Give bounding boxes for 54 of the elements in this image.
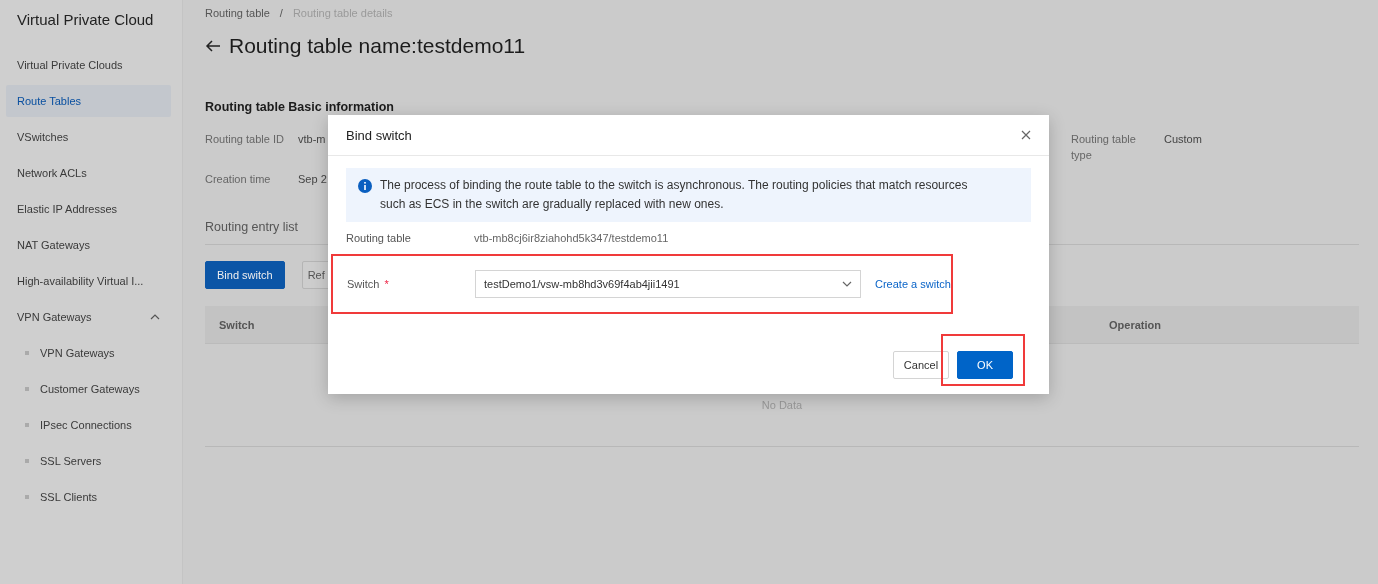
sidebar-item[interactable]: Elastic IP Addresses — [6, 193, 171, 225]
bullet-icon — [25, 387, 29, 391]
bind-switch-button[interactable]: Bind switch — [205, 261, 285, 289]
field-label: Creation time — [205, 172, 272, 187]
bullet-icon — [25, 351, 29, 355]
sidebar-subitem[interactable]: Customer Gateways — [6, 373, 171, 405]
field-value: Custom — [1164, 132, 1203, 147]
section-title: Routing table Basic information — [205, 99, 395, 115]
column-header: Switch — [219, 318, 255, 331]
refresh-button[interactable]: Ref — [301, 261, 331, 289]
sidebar-subitem-label: Customer Gateways — [40, 383, 140, 395]
field-label: Routing table type — [1071, 132, 1137, 163]
back-arrow-icon[interactable] — [205, 40, 221, 52]
sidebar-title: Virtual Private Cloud — [16, 11, 155, 30]
sidebar-subitem[interactable]: SSL Servers — [6, 445, 171, 477]
sidebar-subitem-label: SSL Clients — [40, 491, 98, 503]
required-mark: * — [384, 278, 389, 290]
close-icon[interactable] — [1021, 130, 1031, 140]
field-value: vtb-m — [298, 132, 327, 147]
breadcrumb-separator: / — [279, 7, 283, 19]
cancel-button[interactable]: Cancel — [892, 351, 950, 379]
field-label: Routing table — [346, 232, 412, 244]
switch-select[interactable]: testDemo1/vsw-mb8hd3v69f4ab4jii1491 — [475, 270, 861, 298]
sidebar-subitem-label: VPN Gateways — [40, 347, 115, 359]
dialog-title: Bind switch — [346, 127, 412, 143]
sidebar-item[interactable]: High-availability Virtual I... — [6, 265, 171, 297]
field-value: vtb-mb8cj6ir8ziahohd5k347/testdemo11 — [474, 232, 669, 244]
sidebar-item[interactable]: Virtual Private Clouds — [6, 49, 171, 81]
ok-button[interactable]: OK — [957, 351, 1013, 379]
sidebar-item[interactable]: NAT Gateways — [6, 229, 171, 261]
sidebar-subitem[interactable]: SSL Clients — [6, 481, 171, 513]
sidebar-subitem-label: IPsec Connections — [40, 419, 132, 431]
chevron-icon — [150, 314, 160, 320]
bullet-icon — [25, 423, 29, 427]
sidebar-item[interactable]: Network ACLs — [6, 157, 171, 189]
sidebar-subitem[interactable]: VPN Gateways — [6, 337, 171, 369]
sidebar-item[interactable]: VPN Gateways — [6, 301, 171, 333]
sidebar-item[interactable]: Route Tables — [6, 85, 171, 117]
sidebar-item[interactable]: VSwitches — [6, 121, 171, 153]
chevron-down-icon — [842, 281, 852, 287]
notice-text: The process of binding the route table to the switch is asynchronous. The routing policies that match resources such as ECS in the switch are gradually replaced with new ones. — [380, 177, 969, 213]
create-switch-link[interactable]: Create a switch — [875, 278, 951, 290]
sidebar-subitem-label: SSL Servers — [40, 455, 102, 467]
breadcrumb-link[interactable]: Routing table — [205, 7, 270, 19]
field-label: Routing table ID — [205, 132, 285, 147]
bullet-icon — [25, 459, 29, 463]
field-label: Switch * — [347, 278, 390, 290]
page-title: Routing table name:testdemo11 — [229, 34, 526, 58]
sidebar-item-label: VPN Gateways — [17, 311, 92, 323]
bullet-icon — [25, 495, 29, 499]
field-value: Sep 2 — [298, 172, 327, 187]
sidebar-subitem[interactable]: IPsec Connections — [6, 409, 171, 441]
info-icon — [358, 179, 372, 193]
column-header: Operation — [1109, 318, 1161, 331]
